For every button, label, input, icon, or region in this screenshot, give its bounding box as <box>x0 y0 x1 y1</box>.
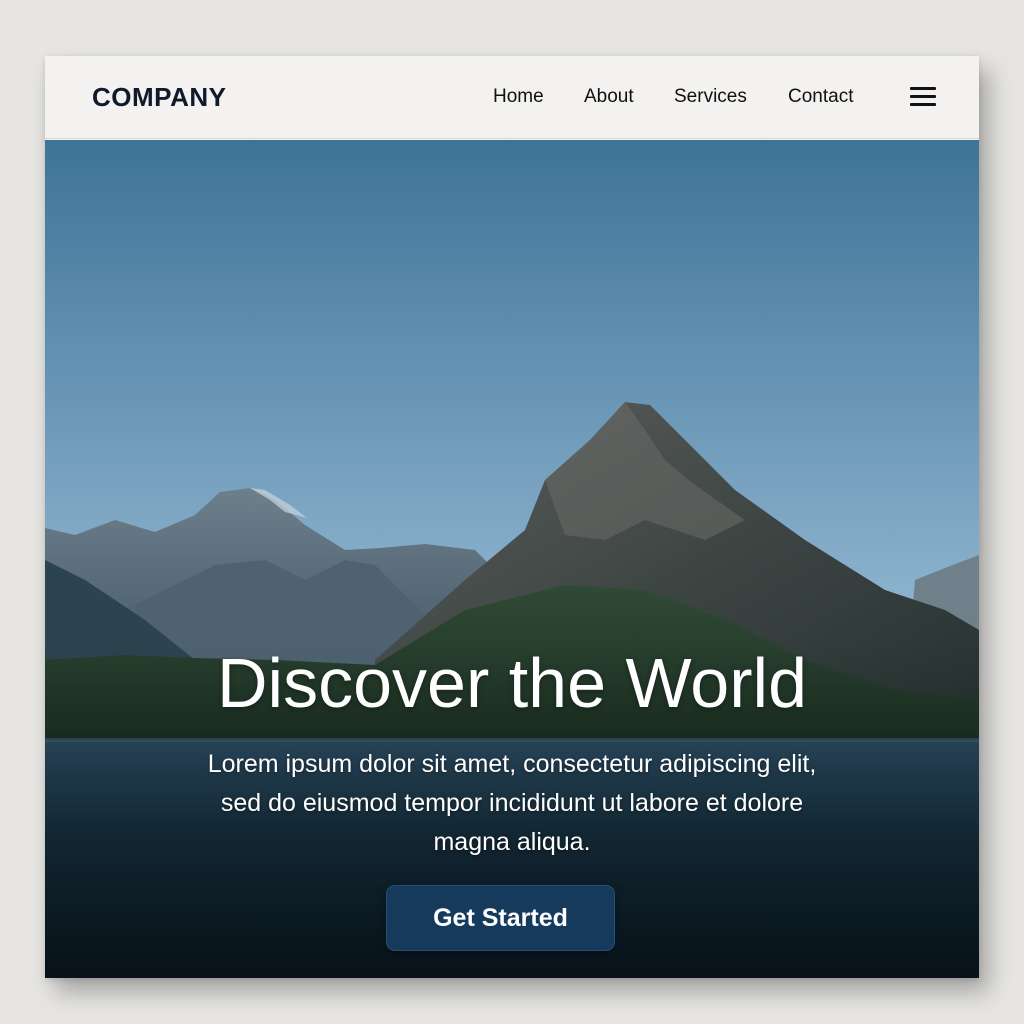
get-started-button[interactable]: Get Started <box>386 885 615 951</box>
nav-link-about[interactable]: About <box>584 86 634 108</box>
nav-link-home[interactable]: Home <box>493 86 544 108</box>
hero-title: Discover the World <box>216 644 807 722</box>
nav-link-contact[interactable]: Contact <box>788 86 853 108</box>
company-logo[interactable]: COMPANY <box>92 82 226 113</box>
navbar: COMPANY Home About Services Contact <box>45 56 979 139</box>
hero-section: Discover the World Lorem ipsum dolor sit… <box>45 140 979 978</box>
nav-link-services[interactable]: Services <box>674 86 747 108</box>
landing-page: COMPANY Home About Services Contact Disc… <box>45 56 979 978</box>
hero-description: Lorem ipsum dolor sit amet, consectetur … <box>207 750 817 856</box>
hamburger-menu-icon[interactable] <box>910 87 936 107</box>
